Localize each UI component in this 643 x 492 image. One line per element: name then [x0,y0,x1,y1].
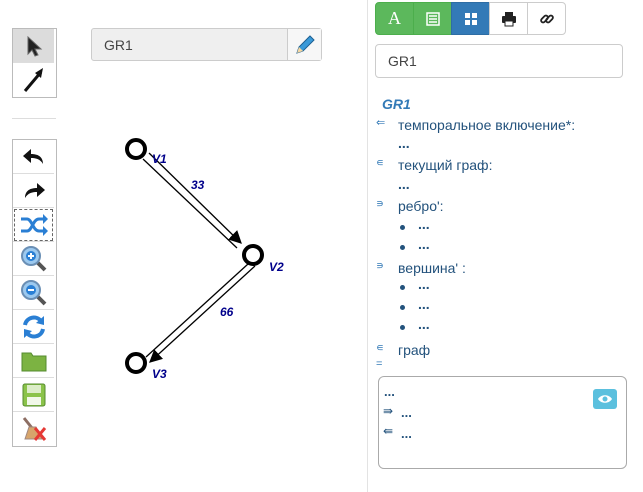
tree-value[interactable]: ... [418,316,430,332]
pencil-icon [295,34,315,54]
tab-list[interactable] [413,2,452,35]
relation-symbol: ⇛ [383,404,394,418]
redo-button[interactable] [13,174,54,208]
refresh-icon [22,315,45,338]
grid-icon [464,12,477,25]
open-button[interactable] [13,344,54,378]
relation-symbol: ⇚ [383,424,394,438]
vertex-label: V2 [269,260,284,274]
zoom-out-icon [20,279,46,305]
relation-symbol: = [376,358,383,370]
toolbar-divider [12,118,56,119]
vertex-label: V3 [152,367,167,381]
graph-vertex[interactable] [242,244,264,266]
bullet [400,325,405,330]
tree-value[interactable]: ... [418,236,430,252]
action-toolbar [12,139,57,447]
list-icon [425,11,440,26]
tree-row-label[interactable]: текущий граф: [398,157,492,173]
view-tabs: A [375,2,566,35]
graph-canvas[interactable]: 33 66 V1 V2 V3 [60,80,360,480]
panel-divider [367,0,368,492]
undo-icon [22,148,43,164]
shuffle-icon [20,213,48,236]
bullet [400,305,405,310]
tab-grid[interactable] [451,2,490,35]
tree-row-label[interactable]: граф [398,342,430,358]
tab-print[interactable] [489,2,528,35]
broom-delete-icon [22,417,46,441]
save-icon [22,383,45,406]
relation-symbol: ∍ [376,260,384,272]
bullet [400,285,405,290]
edge-weight: 66 [220,305,234,319]
draw-edge-button[interactable] [13,63,54,97]
tree-value[interactable]: ... [418,276,430,292]
zoom-in-button[interactable] [13,242,54,276]
graph-vertex[interactable] [125,138,147,160]
formula-textarea[interactable]: ... ⇛ ... ⇚ ... [378,376,627,469]
tree-row-label[interactable]: вершина' : [398,260,466,276]
relation-symbol: ∊ [376,157,384,169]
clear-button[interactable] [13,412,54,446]
tree-value[interactable]: ... [398,135,410,151]
graph-edge[interactable] [145,263,256,363]
tree-value[interactable]: ... [418,296,430,312]
link-icon [539,14,554,23]
print-icon [501,11,516,26]
textarea-value: ... [401,426,412,441]
graph-name-value: GR1 [104,37,133,53]
vertex-label: V1 [152,152,167,166]
relation-symbol: ⇐ [376,117,386,129]
graph-edge[interactable] [142,152,242,249]
zoom-in-icon [20,245,46,271]
graph-name-field[interactable]: GR1 [91,28,322,61]
tree-value[interactable]: ... [398,176,410,192]
redo-icon [24,182,45,198]
cursor-icon [27,35,42,57]
relation-symbol: ∊ [376,342,384,354]
refresh-button[interactable] [13,310,54,344]
tree-title: GR1 [382,96,411,112]
tree-value[interactable]: ... [418,216,430,232]
folder-icon [21,352,46,371]
tab-text-label: A [388,8,401,28]
textarea-value: ... [384,384,395,399]
select-mode-button[interactable] [13,29,54,63]
pen-arrow-icon [23,68,43,92]
save-button[interactable] [13,378,54,412]
tree-row-label[interactable]: темпоральное включение*: [398,117,575,133]
zoom-out-button[interactable] [13,276,54,310]
undo-button[interactable] [13,140,54,174]
edge-weight: 33 [191,178,205,192]
textarea-value: ... [401,405,412,420]
graph-title-input[interactable]: GR1 [375,44,623,78]
preview-button[interactable] [593,389,617,409]
shuffle-button[interactable] [13,208,54,242]
bullet [400,225,405,230]
tab-link[interactable] [527,2,566,35]
bullet [400,245,405,250]
relation-symbol: ∍ [376,198,384,210]
graph-vertex[interactable] [125,352,147,374]
tab-text[interactable]: A [375,2,414,35]
tree-row-label[interactable]: ребро': [398,198,444,214]
eye-icon [598,395,612,403]
mode-toolbar [12,28,57,98]
edit-name-button[interactable] [287,29,321,60]
